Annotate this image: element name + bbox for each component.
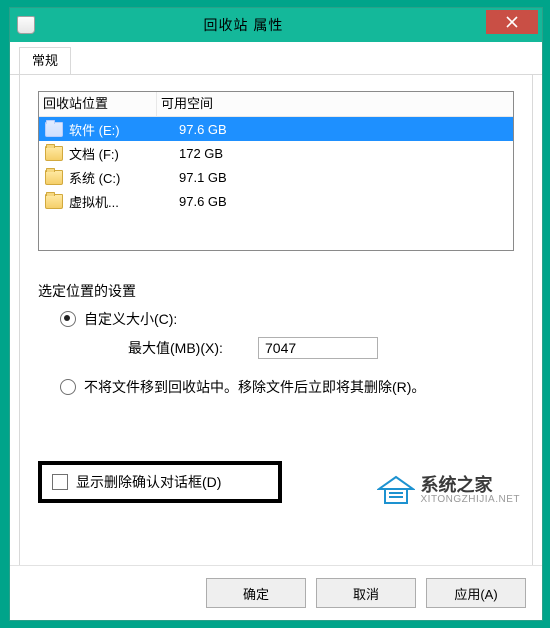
drive-space: 97.6 GB <box>179 194 513 209</box>
max-size-label: 最大值(MB)(X): <box>128 338 258 358</box>
window-title: 回收站 属性 <box>1 15 486 35</box>
radio-dont-move[interactable] <box>60 379 76 395</box>
show-delete-confirm-checkbox[interactable] <box>52 474 68 490</box>
drive-space: 172 GB <box>179 146 513 161</box>
title-bar: 回收站 属性 <box>10 8 542 42</box>
drive-row[interactable]: 虚拟机... 97.6 GB <box>39 189 513 213</box>
drive-space: 97.1 GB <box>179 170 513 185</box>
ok-button[interactable]: 确定 <box>206 578 306 608</box>
close-button[interactable] <box>486 10 538 34</box>
show-delete-confirm-row[interactable]: 显示删除确认对话框(D) <box>38 461 282 503</box>
recycle-bin-icon <box>17 16 35 34</box>
drive-row[interactable]: 系统 (C:) 97.1 GB <box>39 165 513 189</box>
radio-custom-size[interactable] <box>60 311 76 327</box>
folder-icon <box>45 170 63 185</box>
house-icon <box>377 475 415 505</box>
drive-space: 97.6 GB <box>179 122 513 137</box>
drive-list[interactable]: 回收站位置 可用空间 软件 (E:) 97.6 GB 文档 (F:) 172 G… <box>38 91 514 251</box>
show-delete-confirm-label: 显示删除确认对话框(D) <box>76 472 221 492</box>
watermark: 系统之家 XITONGZHIJIA.NET <box>377 475 521 505</box>
drive-list-header: 回收站位置 可用空间 <box>39 92 513 117</box>
col-header-space[interactable]: 可用空间 <box>157 92 513 116</box>
max-size-input[interactable] <box>258 337 378 359</box>
tab-panel-general: 回收站位置 可用空间 软件 (E:) 97.6 GB 文档 (F:) 172 G… <box>19 74 533 566</box>
radio-dont-move-label: 不将文件移到回收站中。移除文件后立即将其删除(R)。 <box>84 377 514 397</box>
drive-row[interactable]: 软件 (E:) 97.6 GB <box>39 117 513 141</box>
drive-name: 虚拟机... <box>69 192 179 211</box>
apply-button[interactable]: 应用(A) <box>426 578 526 608</box>
folder-icon <box>45 122 63 137</box>
tab-strip: 常规 <box>10 42 542 75</box>
drive-name: 系统 (C:) <box>69 168 179 187</box>
tab-general[interactable]: 常规 <box>19 47 71 75</box>
settings-group-label: 选定位置的设置 <box>38 281 514 301</box>
radio-custom-size-label: 自定义大小(C): <box>84 309 177 329</box>
folder-icon <box>45 146 63 161</box>
folder-icon <box>45 194 63 209</box>
col-header-location[interactable]: 回收站位置 <box>39 92 157 116</box>
watermark-sub: XITONGZHIJIA.NET <box>421 494 521 505</box>
cancel-button[interactable]: 取消 <box>316 578 416 608</box>
drive-row[interactable]: 文档 (F:) 172 GB <box>39 141 513 165</box>
radio-dont-move-row[interactable]: 不将文件移到回收站中。移除文件后立即将其删除(R)。 <box>60 377 514 397</box>
dialog-button-row: 确定 取消 应用(A) <box>10 565 542 620</box>
drive-name: 文档 (F:) <box>69 144 179 163</box>
recycle-bin-properties-window: 回收站 属性 常规 回收站位置 可用空间 <box>9 7 543 621</box>
drive-name: 软件 (E:) <box>69 120 179 139</box>
watermark-title: 系统之家 <box>421 476 521 494</box>
close-icon <box>506 16 518 28</box>
radio-custom-size-row[interactable]: 自定义大小(C): <box>60 309 514 329</box>
